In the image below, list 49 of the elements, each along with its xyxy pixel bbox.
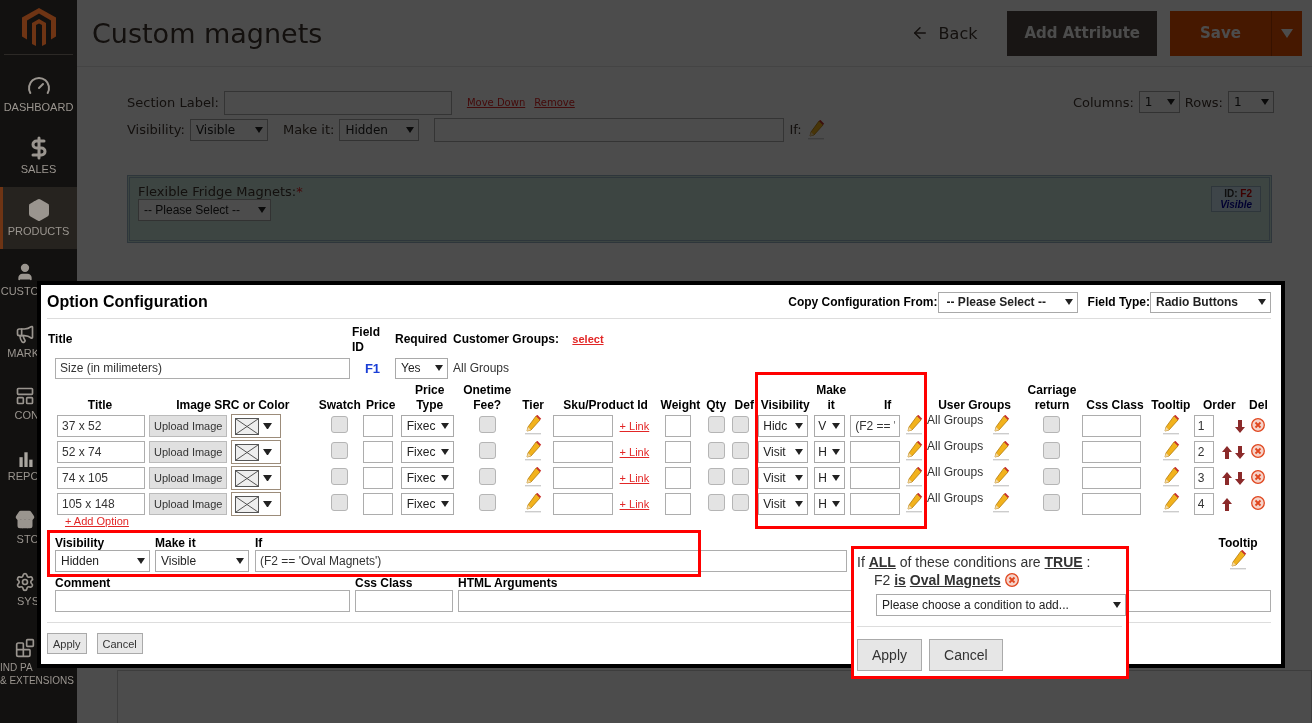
- column-header: Css Class: [1086, 398, 1144, 412]
- column-header: Title: [87, 398, 113, 412]
- field-label: Copy Configuration From:: [788, 295, 938, 309]
- customer-groups-text: All Groups: [453, 361, 510, 375]
- condition-intro: If ALL of these conditions are TRUE :: [857, 554, 1092, 570]
- user-groups-text: All Groups: [927, 413, 984, 427]
- column-header: Price Type: [415, 383, 445, 412]
- column-header: User Groups: [938, 398, 1011, 412]
- field-label: Tooltip: [1218, 536, 1258, 550]
- field-label: Field Type:: [1087, 295, 1150, 309]
- field-label: Comment: [55, 576, 111, 590]
- field-label: Make it:: [282, 122, 335, 137]
- column-header: Carriage return: [1027, 383, 1077, 412]
- column-header: Customer Groups:: [453, 331, 559, 346]
- dialog-title: Option Configuration: [47, 293, 209, 311]
- field-label: Make it: [155, 536, 197, 550]
- column-header: Order: [1203, 398, 1236, 412]
- column-header: Del: [1249, 398, 1268, 412]
- field-label: HTML Arguments: [458, 576, 558, 590]
- column-header: Title: [48, 331, 73, 346]
- page-title: Custom magnets: [92, 17, 324, 49]
- column-header: Visibility: [760, 398, 810, 412]
- column-header: If: [883, 398, 892, 412]
- field-label: Visibility:: [127, 122, 185, 137]
- field-label: Columns:: [1072, 94, 1134, 110]
- column-header: Price: [366, 398, 396, 412]
- user-groups-text: All Groups: [927, 439, 984, 453]
- user-groups-text: All Groups: [927, 491, 984, 505]
- condition-text: F2 is Oval Magnets: [874, 572, 1001, 588]
- field-label: Css Class: [355, 576, 413, 590]
- field-label: Section Label:: [127, 95, 219, 110]
- column-header: Image SRC or Color: [176, 398, 290, 412]
- column-header: Swatch: [318, 398, 361, 412]
- column-header: Def: [734, 398, 754, 412]
- column-header: Make it: [816, 383, 847, 412]
- field-label: If: [255, 536, 264, 550]
- column-header: Onetime Fee?: [463, 383, 512, 412]
- field-label: Rows:: [1184, 94, 1223, 110]
- column-header: Sku/Product Id: [563, 398, 648, 412]
- column-header: Field ID: [352, 325, 380, 354]
- column-header: Tooltip: [1151, 398, 1191, 412]
- field-id: F1: [364, 360, 381, 376]
- column-header: Required: [395, 331, 447, 346]
- field-label: Visibility: [55, 536, 106, 550]
- field-label: If:: [789, 122, 802, 137]
- column-header: Weight: [660, 398, 701, 412]
- column-header: Qty: [706, 398, 727, 412]
- column-header: Tier: [522, 398, 545, 412]
- user-groups-text: All Groups: [927, 465, 984, 479]
